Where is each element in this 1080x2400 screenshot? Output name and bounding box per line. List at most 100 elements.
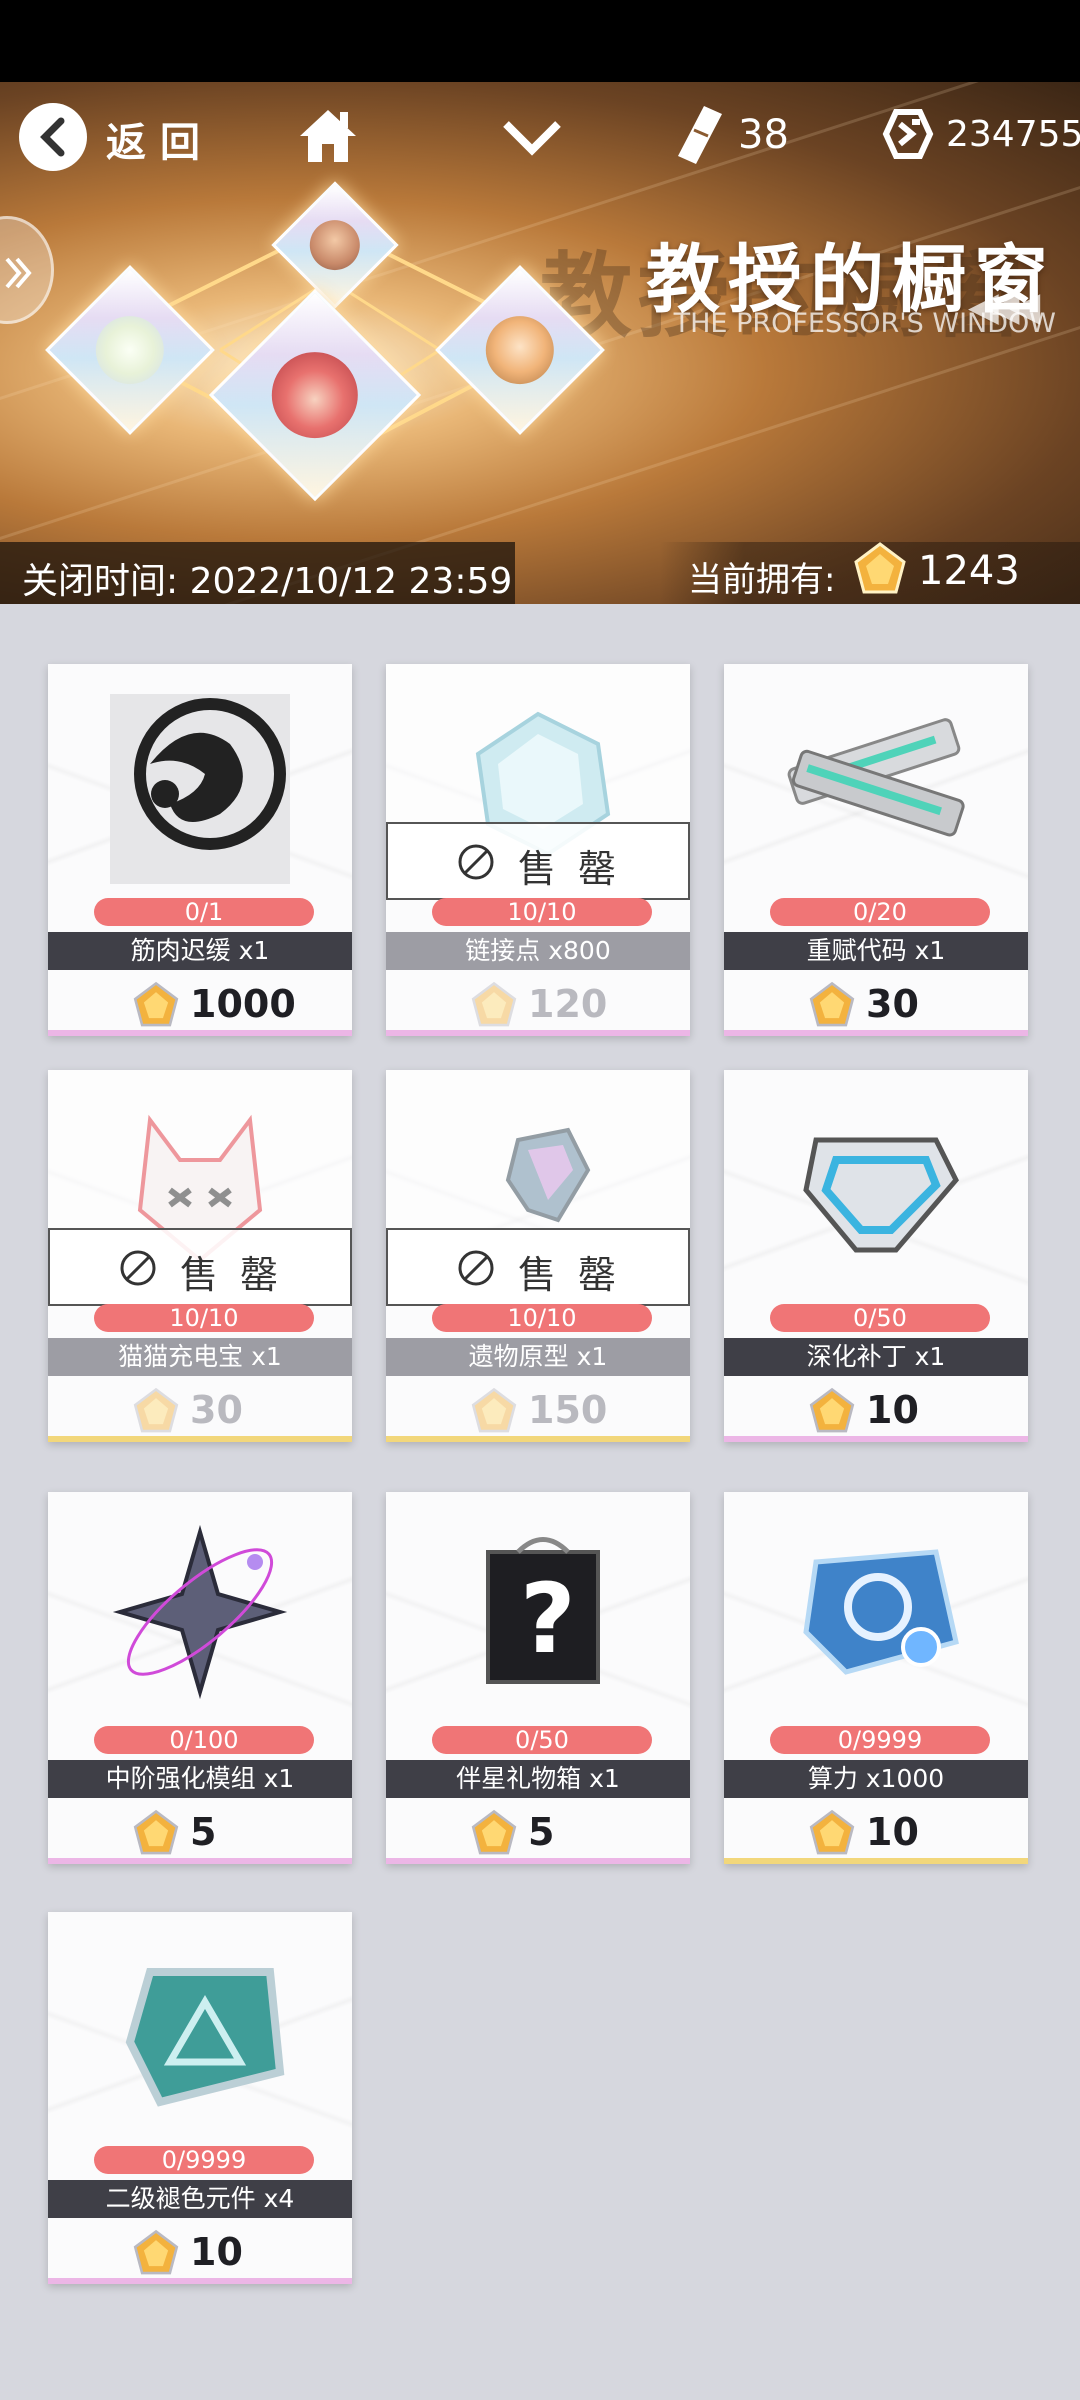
item-name: 链接点 x800	[386, 932, 690, 970]
item-art	[724, 1070, 1028, 1300]
shop-item-card[interactable]: 0/9999 算力 x1000 10	[724, 1492, 1028, 1864]
stamina-value: 38	[738, 112, 789, 158]
star-module-icon	[112, 1524, 288, 1700]
home-icon[interactable]	[296, 104, 360, 168]
sold-out-label: 售罄	[518, 1253, 639, 1297]
item-art	[48, 664, 352, 894]
card-underline	[724, 1858, 1028, 1864]
card-underline	[48, 1030, 352, 1036]
gold-crystal-icon	[130, 1808, 182, 1864]
compute-chip-icon	[803, 1549, 959, 1675]
card-underline	[48, 2278, 352, 2284]
item-price: 5	[528, 1810, 555, 1854]
item-name: 猫猫充电宝 x1	[48, 1338, 352, 1376]
shop-item-card[interactable]: 售罄 10/10 遗物原型 x1 150	[386, 1070, 690, 1442]
item-price: 10	[866, 1810, 919, 1854]
item-price: 10	[190, 2230, 243, 2274]
item-price: 30	[190, 1388, 243, 1432]
sold-out-banner: 售罄	[48, 1228, 352, 1306]
owned-label: 当前拥有:	[688, 560, 836, 600]
coin-logo-icon	[882, 109, 934, 159]
item-stock-pill: 0/50	[432, 1726, 652, 1754]
sold-out-label: 售罄	[180, 1253, 301, 1297]
item-name: 深化补丁 x1	[724, 1338, 1028, 1376]
gold-crystal-icon	[130, 1386, 182, 1442]
item-stock-pill: 10/10	[432, 898, 652, 926]
item-price: 10	[866, 1388, 919, 1432]
back-label[interactable]: 返回	[106, 110, 214, 168]
shop-item-card[interactable]: 0/9999 二级褪色元件 x4 10	[48, 1912, 352, 2284]
gold-crystal-icon	[130, 2228, 182, 2284]
svg-text:?: ?	[520, 1563, 576, 1675]
item-price: 120	[528, 982, 608, 1026]
item-name: 伴星礼物箱 x1	[386, 1760, 690, 1798]
status-bar	[0, 0, 1080, 82]
gold-crystal-icon	[130, 980, 182, 1036]
card-underline	[386, 1436, 690, 1442]
rewind-arrows-icon: ◀◀◀	[968, 284, 1040, 330]
gold-crystal-icon	[468, 1808, 520, 1864]
item-art	[724, 1492, 1028, 1722]
sold-out-banner: 售罄	[386, 1228, 690, 1306]
prohibited-icon	[458, 1250, 494, 1286]
muscle-emblem-icon	[110, 694, 290, 884]
item-stock-pill: 0/1	[94, 898, 314, 926]
card-underline	[386, 1858, 690, 1864]
shop-item-card[interactable]: 0/50 深化补丁 x1 10	[724, 1070, 1028, 1442]
faded-component-icon	[125, 1968, 285, 2107]
back-button[interactable]	[19, 103, 87, 171]
chevron-left-icon	[40, 117, 65, 157]
double-chevron-right-icon	[5, 257, 32, 289]
close-time-bar: 关闭时间: 2022/10/12 23:59	[0, 542, 515, 604]
prohibited-icon	[458, 844, 494, 880]
item-name: 遗物原型 x1	[386, 1338, 690, 1376]
card-underline	[386, 1030, 690, 1036]
shop-item-card[interactable]: 售罄 10/10 猫猫充电宝 x1 30	[48, 1070, 352, 1442]
card-underline	[48, 1436, 352, 1442]
item-name: 中阶强化模组 x1	[48, 1760, 352, 1798]
sold-out-label: 售罄	[518, 847, 639, 891]
item-price: 30	[866, 982, 919, 1026]
item-stock-pill: 0/100	[94, 1726, 314, 1754]
shop-item-card[interactable]: 0/100 中阶强化模组 x1 5	[48, 1492, 352, 1864]
gold-crystal-icon	[468, 1386, 520, 1442]
card-underline	[724, 1436, 1028, 1442]
gold-crystal-icon	[806, 1808, 858, 1864]
shop-item-card[interactable]: ? 0/50 伴星礼物箱 x1 5	[386, 1492, 690, 1864]
item-name: 重赋代码 x1	[724, 932, 1028, 970]
code-bars-icon	[787, 718, 965, 837]
item-art: ?	[386, 1492, 690, 1722]
item-name: 二级褪色元件 x4	[48, 2180, 352, 2218]
shop-item-card[interactable]: 0/1 筋肉迟缓 x1 1000	[48, 664, 352, 1036]
character-portraits	[40, 180, 605, 540]
item-stock-pill: 0/9999	[770, 1726, 990, 1754]
item-stock-pill: 10/10	[432, 1304, 652, 1332]
stamina-card-icon	[678, 106, 722, 164]
item-price: 1000	[190, 982, 296, 1026]
item-art	[724, 664, 1028, 894]
item-art	[48, 1912, 352, 2142]
mystery-box-icon: ?	[486, 1537, 600, 1684]
top-nav-bar: 返回 38 234755	[0, 96, 1080, 186]
prohibited-icon	[120, 1250, 156, 1286]
item-stock-pill: 0/50	[770, 1304, 990, 1332]
sold-out-banner: 售罄	[386, 822, 690, 900]
item-name: 算力 x1000	[724, 1760, 1028, 1798]
item-stock-pill: 0/9999	[94, 2146, 314, 2174]
shop-item-card[interactable]: 售罄 10/10 链接点 x800 120	[386, 664, 690, 1036]
card-underline	[724, 1030, 1028, 1036]
close-time-text: 关闭时间: 2022/10/12 23:59	[22, 561, 513, 602]
item-name: 筋肉迟缓 x1	[48, 932, 352, 970]
item-stock-pill: 10/10	[94, 1304, 314, 1332]
patch-icon	[803, 1137, 959, 1253]
item-price: 5	[190, 1810, 217, 1854]
gold-crystal-icon	[806, 1386, 858, 1442]
gold-crystal-icon	[806, 980, 858, 1036]
card-underline	[48, 1858, 352, 1864]
item-price: 150	[528, 1388, 608, 1432]
gold-crystal-icon	[854, 542, 906, 594]
gold-crystal-icon	[468, 980, 520, 1036]
shop-item-card[interactable]: 0/20 重赋代码 x1 30	[724, 664, 1028, 1036]
owned-value: 1243	[918, 548, 1020, 594]
chevron-down-icon[interactable]	[500, 116, 564, 160]
